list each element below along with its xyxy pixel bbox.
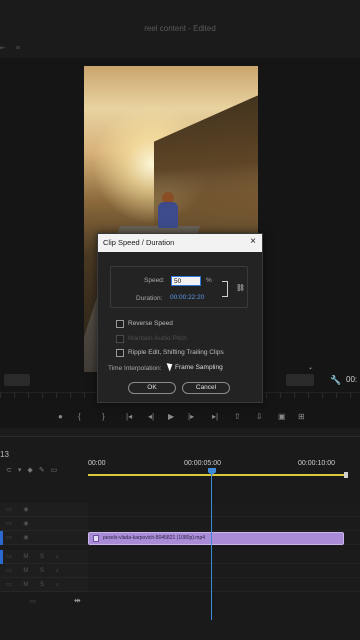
time-ruler[interactable]: 00:00 00:00:05:00 00:00:10:00 (88, 458, 360, 474)
track-lane-a2[interactable] (88, 564, 360, 578)
dialog-title-bar: Clip Speed / Duration × (98, 234, 262, 252)
track-header-a1[interactable]: ▭ M S ♪ (0, 550, 88, 564)
extract-icon[interactable]: ⇩ (256, 412, 263, 421)
track-icons: ▭ ◉ (6, 521, 34, 527)
in-point-icon[interactable]: { (78, 412, 81, 421)
ok-button[interactable]: OK (128, 382, 176, 394)
percent-label: % (206, 277, 212, 284)
button-editor-icon[interactable]: ⊞ (298, 412, 305, 421)
person-torso (158, 202, 178, 228)
track-lane-a3[interactable] (88, 578, 360, 592)
dropdown-value: Frame Sampling (175, 364, 223, 371)
captions-icon[interactable]: ▭ (51, 467, 64, 474)
wrench-icon[interactable]: 🔧 (330, 375, 341, 386)
work-area-bar[interactable] (88, 474, 344, 476)
lift-icon[interactable]: ⇧ (234, 412, 241, 421)
ruler-label: 00:00:05:00 (184, 460, 221, 467)
track-lane-a1[interactable] (88, 550, 360, 564)
track-icons: ▭ ◉ (6, 535, 34, 541)
ruler-label: 00:00:10:00 (298, 460, 335, 467)
link-chain-icon[interactable]: ⛓ (236, 284, 245, 292)
playhead-line (211, 472, 212, 620)
panel-menu-icon[interactable]: ⇤ ≡ (0, 44, 24, 52)
go-to-in-icon[interactable]: |◂ (126, 412, 132, 421)
ruler-label: 00:00 (88, 460, 106, 467)
speed-input[interactable]: 50 (171, 276, 201, 286)
snap-icon[interactable]: ⊂ (6, 467, 18, 474)
step-back-icon[interactable]: ◂| (148, 412, 154, 421)
clip-label: pexels-vlada-karpovich-8045821 (1080p).m… (103, 535, 206, 541)
resolution-dropdown[interactable] (286, 374, 314, 386)
link-bracket (222, 281, 228, 297)
checkbox-label: Reverse Speed (128, 320, 173, 327)
cancel-button[interactable]: Cancel (182, 382, 230, 394)
sequence-label: 13 (0, 450, 9, 459)
mix-chip[interactable]: ▭ (30, 598, 36, 605)
track-header-v1[interactable]: ▭ ◉ (0, 531, 88, 545)
window-title: reel content - Edited (144, 24, 216, 33)
time-interpolation-dropdown[interactable]: Frame Sampling ⌄ (172, 363, 313, 374)
duration-label: Duration: (136, 295, 163, 302)
marker-icon[interactable]: ● (58, 412, 63, 421)
person-figure (156, 192, 180, 232)
video-clip[interactable]: pexels-vlada-karpovich-8045821 (1080p).m… (88, 532, 344, 545)
track-lane-v2[interactable] (88, 517, 360, 531)
camera-icon[interactable]: ▣ (278, 412, 286, 421)
checkbox-label: Ripple Edit, Shifting Trailing Clips (128, 349, 224, 356)
track-target-a1[interactable] (0, 550, 3, 564)
track-header-a3[interactable]: ▭ M S ♪ (0, 578, 88, 592)
track-header-v3[interactable]: ▭ ◉ (0, 503, 88, 517)
checkbox-box (116, 335, 124, 343)
track-icons: ▭ M S ♪ (6, 554, 64, 560)
play-icon[interactable]: ▶ (168, 412, 174, 421)
track-lane-v3[interactable] (88, 503, 360, 517)
transport-controls: ● { } |◂ ◂| ▶ |▸ ▸| ⇧ ⇩ ▣ ⊞ (0, 412, 360, 426)
fit-dropdown[interactable] (4, 374, 30, 386)
fx-badge-icon (93, 535, 99, 542)
timeline-tools: ⊂▾◆✎▭ (6, 466, 76, 476)
track-icons: ▭ M S ♪ (6, 582, 64, 588)
speed-label: Speed: (144, 277, 165, 284)
checkbox-label: Maintain Audio Pitch (128, 335, 187, 342)
duration-value[interactable]: 00:00:22:20 (170, 294, 204, 301)
close-icon[interactable]: × (250, 236, 256, 248)
track-header-a2[interactable]: ▭ M S ♪ (0, 564, 88, 578)
add-marker-icon[interactable]: ◆ (27, 467, 38, 474)
time-interpolation-label: Time Interpolation: (108, 365, 162, 372)
track-header-v2[interactable]: ▭ ◉ (0, 517, 88, 531)
chevron-down-icon: ⌄ (308, 365, 314, 371)
linked-icon[interactable]: ▾ (18, 467, 28, 474)
zoom-fit-icon[interactable]: ⇹ (74, 596, 81, 605)
step-forward-icon[interactable]: |▸ (188, 412, 194, 421)
work-area-end[interactable] (344, 472, 348, 478)
settings-icon[interactable]: ✎ (39, 467, 51, 474)
out-point-icon[interactable]: } (102, 412, 105, 421)
dialog-title: Clip Speed / Duration (103, 238, 175, 247)
track-icons: ▭ M S ♪ (6, 568, 64, 574)
checkbox-box[interactable] (116, 320, 124, 328)
track-icons: ▭ ◉ (6, 507, 34, 513)
checkbox-box[interactable] (116, 349, 124, 357)
track-target-v1[interactable] (0, 531, 3, 545)
go-to-out-icon[interactable]: ▸| (212, 412, 218, 421)
program-timecode: 00: (346, 375, 358, 384)
clip-speed-dialog: Clip Speed / Duration × Speed: 50 % Dura… (97, 233, 313, 403)
